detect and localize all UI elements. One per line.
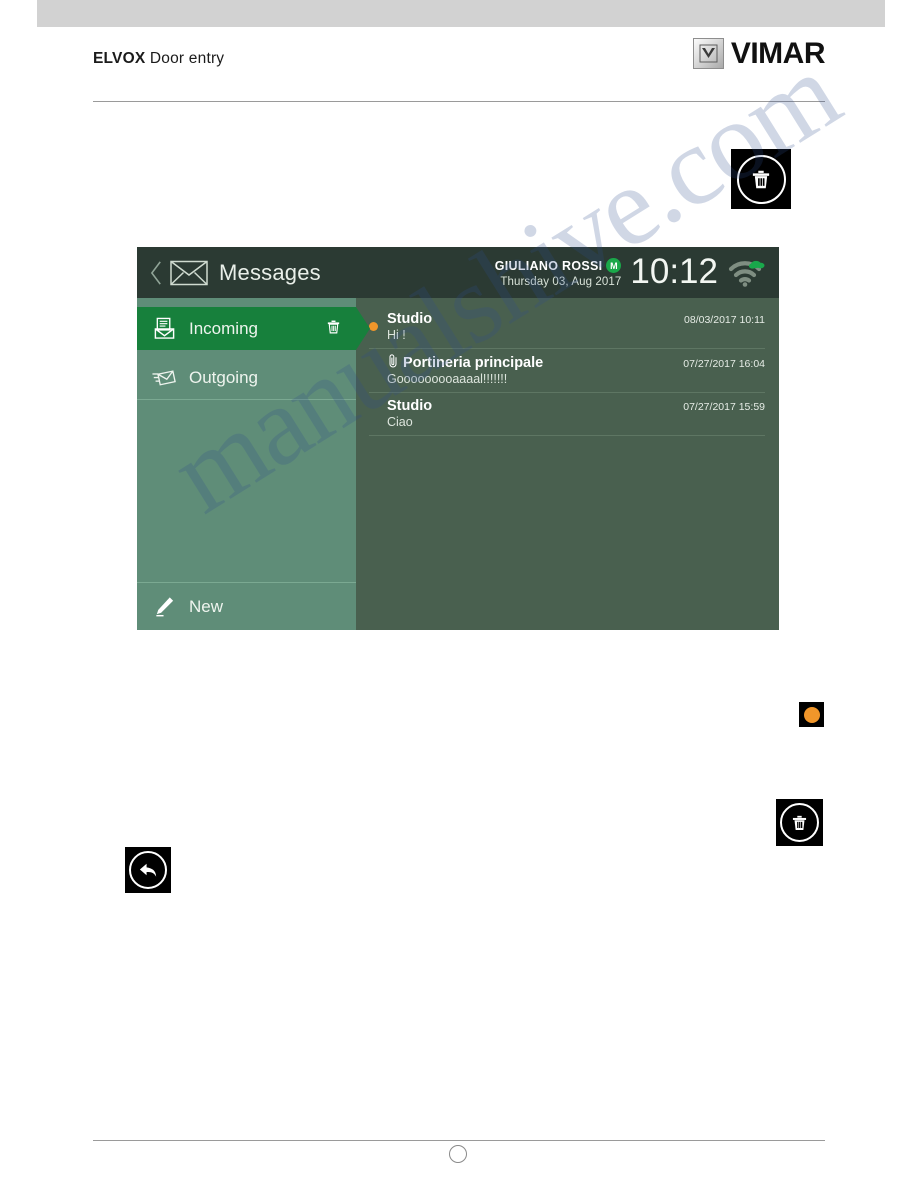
unread-dot-icon — [369, 322, 378, 331]
page-number-marker — [449, 1145, 467, 1163]
vimar-logo: VIMAR — [692, 36, 826, 70]
message-header-row: Portineria principale 07/27/2017 16:04 — [387, 354, 765, 371]
message-row[interactable]: Studio 07/27/2017 15:59 Ciao — [369, 393, 765, 436]
back-arrow-icon-badge[interactable] — [125, 847, 171, 893]
status-cluster: GIULIANO ROSSI M Thursday 03, Aug 2017 10… — [495, 254, 765, 291]
orange-dot-icon — [803, 706, 820, 723]
user-name: GIULIANO ROSSI — [494, 258, 603, 273]
sidebar-item-incoming[interactable]: Incoming — [137, 307, 370, 350]
brand-elvox: ELVOX — [93, 50, 146, 67]
message-sender: Portineria principale — [403, 355, 544, 371]
device-screenshot: Messages GIULIANO ROSSI M Thursday 03, Au… — [137, 247, 779, 630]
trash-icon-badge-lower[interactable] — [776, 799, 823, 846]
message-preview: Hi ! — [387, 328, 406, 342]
unread-indicator-cell — [369, 322, 387, 331]
brand-subtitle: Door entry — [145, 50, 225, 67]
message-row[interactable]: Portineria principale 07/27/2017 16:04 G… — [369, 349, 765, 393]
chevron-down-mark-icon — [699, 44, 718, 63]
paperclip-icon — [389, 354, 397, 368]
message-row[interactable]: Studio 08/03/2017 10:11 Hi ! — [369, 306, 765, 349]
sidebar-item-label: New — [189, 596, 224, 616]
message-preview: Ciao — [387, 415, 413, 429]
message-content: Studio 08/03/2017 10:11 Hi ! — [387, 311, 765, 342]
vimar-mark-icon — [692, 38, 724, 69]
status-clock: 10:12 — [630, 252, 718, 291]
trash-icon — [752, 170, 770, 189]
message-timestamp: 08/03/2017 10:11 — [684, 314, 765, 326]
message-timestamp: 07/27/2017 16:04 — [683, 358, 765, 370]
user-line: GIULIANO ROSSI M — [495, 257, 622, 275]
message-sender: Studio — [387, 398, 433, 414]
header-divider — [93, 101, 825, 102]
document-header: ELVOX Door entry VIMAR — [93, 38, 826, 90]
delete-incoming-trash-icon[interactable] — [325, 317, 342, 341]
message-preview: Gooooooooaaaal!!!!!!! — [387, 372, 508, 386]
message-sender: Studio — [387, 311, 433, 327]
incoming-mail-icon — [152, 317, 177, 340]
vimar-wordmark: VIMAR — [730, 36, 826, 70]
trash-icon — [792, 815, 807, 830]
wifi-icon — [728, 260, 765, 287]
top-gray-band — [37, 0, 885, 27]
message-sender-with-attachment: Portineria principale — [387, 354, 543, 371]
message-list: Studio 08/03/2017 10:11 Hi ! Portineria … — [356, 298, 779, 630]
user-info-block: GIULIANO ROSSI M Thursday 03, Aug 2017 — [495, 257, 622, 289]
trash-icon-badge-top[interactable] — [731, 149, 791, 209]
footer-divider — [93, 1140, 825, 1141]
sidebar: Incoming Outgoing New — [137, 298, 370, 630]
message-timestamp: 07/27/2017 15:59 — [683, 401, 765, 413]
status-date: Thursday 03, Aug 2017 — [500, 275, 622, 288]
message-content: Portineria principale 07/27/2017 16:04 G… — [387, 354, 765, 386]
sidebar-item-new[interactable]: New — [137, 582, 356, 630]
device-body: Incoming Outgoing New Studio 08/03/2017 … — [137, 298, 779, 630]
user-badge: M — [606, 258, 622, 274]
envelope-icon — [170, 260, 208, 285]
sidebar-item-label: Incoming — [189, 318, 258, 338]
message-header-row: Studio 07/27/2017 15:59 — [387, 398, 765, 414]
device-status-header: Messages GIULIANO ROSSI M Thursday 03, Au… — [137, 247, 779, 298]
back-chevron-icon[interactable] — [150, 260, 163, 286]
back-arrow-icon — [139, 863, 156, 877]
pencil-icon — [152, 595, 177, 618]
sidebar-item-label: Outgoing — [189, 367, 258, 387]
message-header-row: Studio 08/03/2017 10:11 — [387, 311, 765, 327]
page-title: Messages — [219, 259, 321, 285]
outgoing-mail-icon — [152, 368, 177, 388]
icon-ring — [736, 154, 786, 204]
message-content: Studio 07/27/2017 15:59 Ciao — [387, 398, 765, 429]
orange-dot-icon-badge[interactable] — [799, 702, 824, 727]
icon-ring — [129, 851, 167, 889]
sidebar-item-outgoing[interactable]: Outgoing — [137, 356, 356, 400]
icon-ring — [780, 803, 819, 842]
